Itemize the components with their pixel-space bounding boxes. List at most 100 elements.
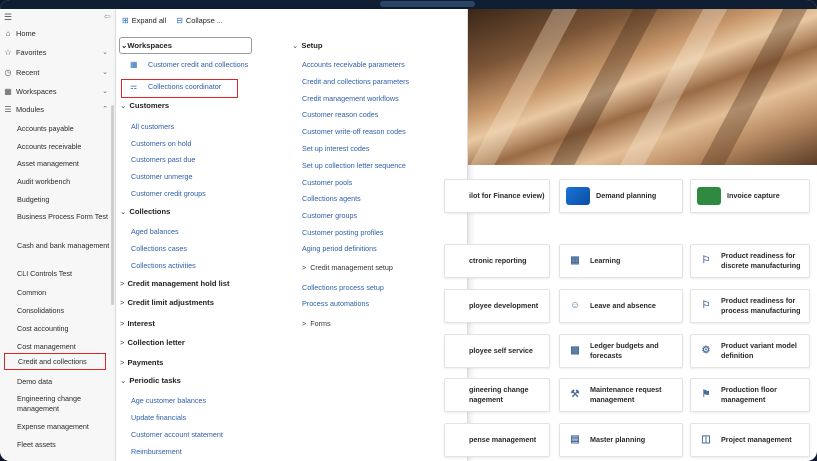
link-collections-cases[interactable]: Collections cases [131, 244, 187, 253]
link-collections-process-setup[interactable]: Collections process setup [302, 283, 384, 292]
link-ar-parameters[interactable]: Accounts receivable parameters [302, 60, 405, 69]
collection-letter-section[interactable]: > Collection letter [120, 338, 185, 347]
workspace-icon: ▦ [130, 60, 138, 69]
customers-section-header[interactable]: ⌄ Customers [120, 101, 169, 110]
tile-engineering-change[interactable]: gineering change nagement [444, 378, 550, 412]
workspace-collections-coordinator[interactable]: ⚎ Collections coordinator [130, 82, 221, 91]
tile-label: Demand planning [596, 191, 657, 200]
module-common[interactable]: Common [17, 288, 111, 298]
tile-expense-management[interactable]: pense management [444, 423, 550, 457]
forms-group[interactable]: > Forms [302, 319, 331, 328]
group-label: Credit management setup [310, 263, 393, 272]
collapse-button[interactable]: ⊟ Collapse ... [176, 16, 223, 25]
tile-product-variant-model[interactable]: ⚙ Product variant model definition [690, 334, 810, 368]
link-customer-account-statement[interactable]: Customer account statement [131, 430, 223, 439]
nav-item-favorites[interactable]: ☆ Favorites ⌄ [0, 44, 116, 60]
credit-management-setup-group[interactable]: > Credit management setup [302, 263, 393, 272]
link-credit-workflows[interactable]: Credit management workflows [302, 94, 399, 103]
tile-label: Ledger budgets and forecasts [590, 341, 659, 360]
link-aged-balances[interactable]: Aged balances [131, 227, 179, 236]
nav-item-modules[interactable]: ☰ Modules ⌃ [0, 101, 116, 117]
module-demo-data[interactable]: Demo data [17, 377, 111, 387]
hamburger-icon[interactable]: ☰ [4, 12, 12, 23]
tile-maintenance-request[interactable]: ⚒ Maintenance request management [559, 378, 683, 412]
chart-icon: ▩ [570, 345, 580, 356]
link-customer-pools[interactable]: Customer pools [302, 178, 352, 187]
nav-item-home[interactable]: ⌂ Home [0, 25, 116, 41]
module-cost-management[interactable]: Cost management [17, 342, 111, 352]
section-label: Setup [301, 41, 323, 50]
module-cli-controls-test[interactable]: CLI Controls Test [17, 269, 111, 279]
module-expense-management[interactable]: Expense management [17, 422, 111, 432]
tile-copilot-finance[interactable]: ilot for Finance eview) [444, 179, 550, 213]
interest-section[interactable]: > Interest [120, 319, 155, 328]
tile-product-readiness-process[interactable]: ⚐ Product readiness for process manufactu… [690, 289, 810, 323]
chevron-right-icon: > [120, 298, 125, 307]
module-budgeting[interactable]: Budgeting [17, 195, 111, 205]
module-accounts-payable[interactable]: Accounts payable [17, 124, 111, 134]
module-cash-and-bank[interactable]: Cash and bank management [17, 241, 111, 251]
link-customer-unmerge[interactable]: Customer unmerge [131, 172, 193, 181]
link-customer-credit-groups[interactable]: Customer credit groups [131, 189, 206, 198]
collections-section-header[interactable]: ⌄ Collections [120, 207, 170, 216]
collapse-pane-icon[interactable]: ⇦ [104, 12, 111, 21]
module-consolidations[interactable]: Consolidations [17, 306, 111, 316]
credit-hold-list-section[interactable]: > Credit management hold list [120, 279, 230, 288]
module-accounts-receivable[interactable]: Accounts receivable [17, 142, 111, 152]
module-business-process-form-test[interactable]: Business Process Form Test [17, 212, 111, 222]
tile-label: gineering change nagement [469, 385, 529, 404]
nav-item-recent[interactable]: ◷ Recent ⌄ [0, 64, 116, 80]
link-customer-groups[interactable]: Customer groups [302, 211, 357, 220]
module-fleet-assets[interactable]: Fleet assets [17, 440, 111, 450]
module-credit-and-collections[interactable]: Credit and collections [4, 353, 106, 370]
tile-production-floor[interactable]: ⚑ Production floor management [690, 378, 810, 412]
project-icon: ◫ [701, 434, 711, 445]
tile-electronic-reporting[interactable]: ctronic reporting [444, 244, 550, 278]
setup-section-header[interactable]: ⌄ Setup [292, 41, 322, 50]
module-cost-accounting[interactable]: Cost accounting [17, 324, 111, 334]
link-collection-letter-sequence[interactable]: Set up collection letter sequence [302, 161, 406, 170]
link-customers-past-due[interactable]: Customers past due [131, 155, 195, 164]
tile-invoice-capture[interactable]: Invoice capture [690, 179, 810, 213]
tile-label: Product variant model definition [721, 341, 797, 360]
tile-leave-and-absence[interactable]: ☺ Leave and absence [559, 289, 683, 323]
link-customers-on-hold[interactable]: Customers on hold [131, 139, 191, 148]
nav-scrollbar[interactable] [111, 105, 114, 305]
link-customer-posting-profiles[interactable]: Customer posting profiles [302, 228, 384, 237]
module-asset-management[interactable]: Asset management [17, 159, 111, 169]
periodic-tasks-section-header[interactable]: ⌄ Periodic tasks [120, 376, 181, 385]
link-aging-period-definitions[interactable]: Aging period definitions [302, 244, 377, 253]
factory-icon: ⚑ [701, 389, 711, 400]
credit-limit-adjustments-section[interactable]: > Credit limit adjustments [120, 298, 214, 307]
tile-learning[interactable]: ▦ Learning [559, 244, 683, 278]
tile-label: ployee development [469, 301, 539, 310]
link-collections-activities[interactable]: Collections activities [131, 261, 196, 270]
expand-all-button[interactable]: ⊞ Expand all [122, 16, 166, 25]
workspaces-section-header[interactable]: ⌄Workspaces [121, 41, 172, 50]
chevron-down-icon: ⌄ [120, 101, 127, 110]
link-collections-agents[interactable]: Collections agents [302, 194, 361, 203]
link-all-customers[interactable]: All customers [131, 122, 174, 131]
link-interest-codes[interactable]: Set up interest codes [302, 144, 370, 153]
tile-employee-self-service[interactable]: ployee self service [444, 334, 550, 368]
module-audit-workbench[interactable]: Audit workbench [17, 177, 111, 187]
link-reimbursement[interactable]: Reimbursement [131, 447, 182, 456]
tile-demand-planning[interactable]: Demand planning [559, 179, 683, 213]
tile-project-management[interactable]: ◫ Project management [690, 423, 810, 457]
module-engineering-change[interactable]: Engineering change management [17, 394, 111, 414]
link-write-off-reason-codes[interactable]: Customer write-off reason codes [302, 127, 406, 136]
search-bar[interactable] [380, 1, 475, 7]
tile-ledger-budgets[interactable]: ▩ Ledger budgets and forecasts [559, 334, 683, 368]
nav-item-workspaces[interactable]: ▦ Workspaces ⌄ [0, 83, 116, 99]
tile-product-readiness-discrete[interactable]: ⚐ Product readiness for discrete manufact… [690, 244, 810, 278]
chevron-right-icon: > [120, 338, 125, 347]
link-age-customer-balances[interactable]: Age customer balances [131, 396, 206, 405]
link-process-automations[interactable]: Process automations [302, 299, 369, 308]
tile-master-planning[interactable]: ▤ Master planning [559, 423, 683, 457]
payments-section[interactable]: > Payments [120, 358, 163, 367]
link-update-financials[interactable]: Update financials [131, 413, 186, 422]
workspace-customer-credit-and-collections[interactable]: ▦ Customer credit and collections [130, 60, 248, 69]
link-cc-parameters[interactable]: Credit and collections parameters [302, 77, 409, 86]
link-customer-reason-codes[interactable]: Customer reason codes [302, 110, 378, 119]
tile-employee-development[interactable]: ployee development [444, 289, 550, 323]
